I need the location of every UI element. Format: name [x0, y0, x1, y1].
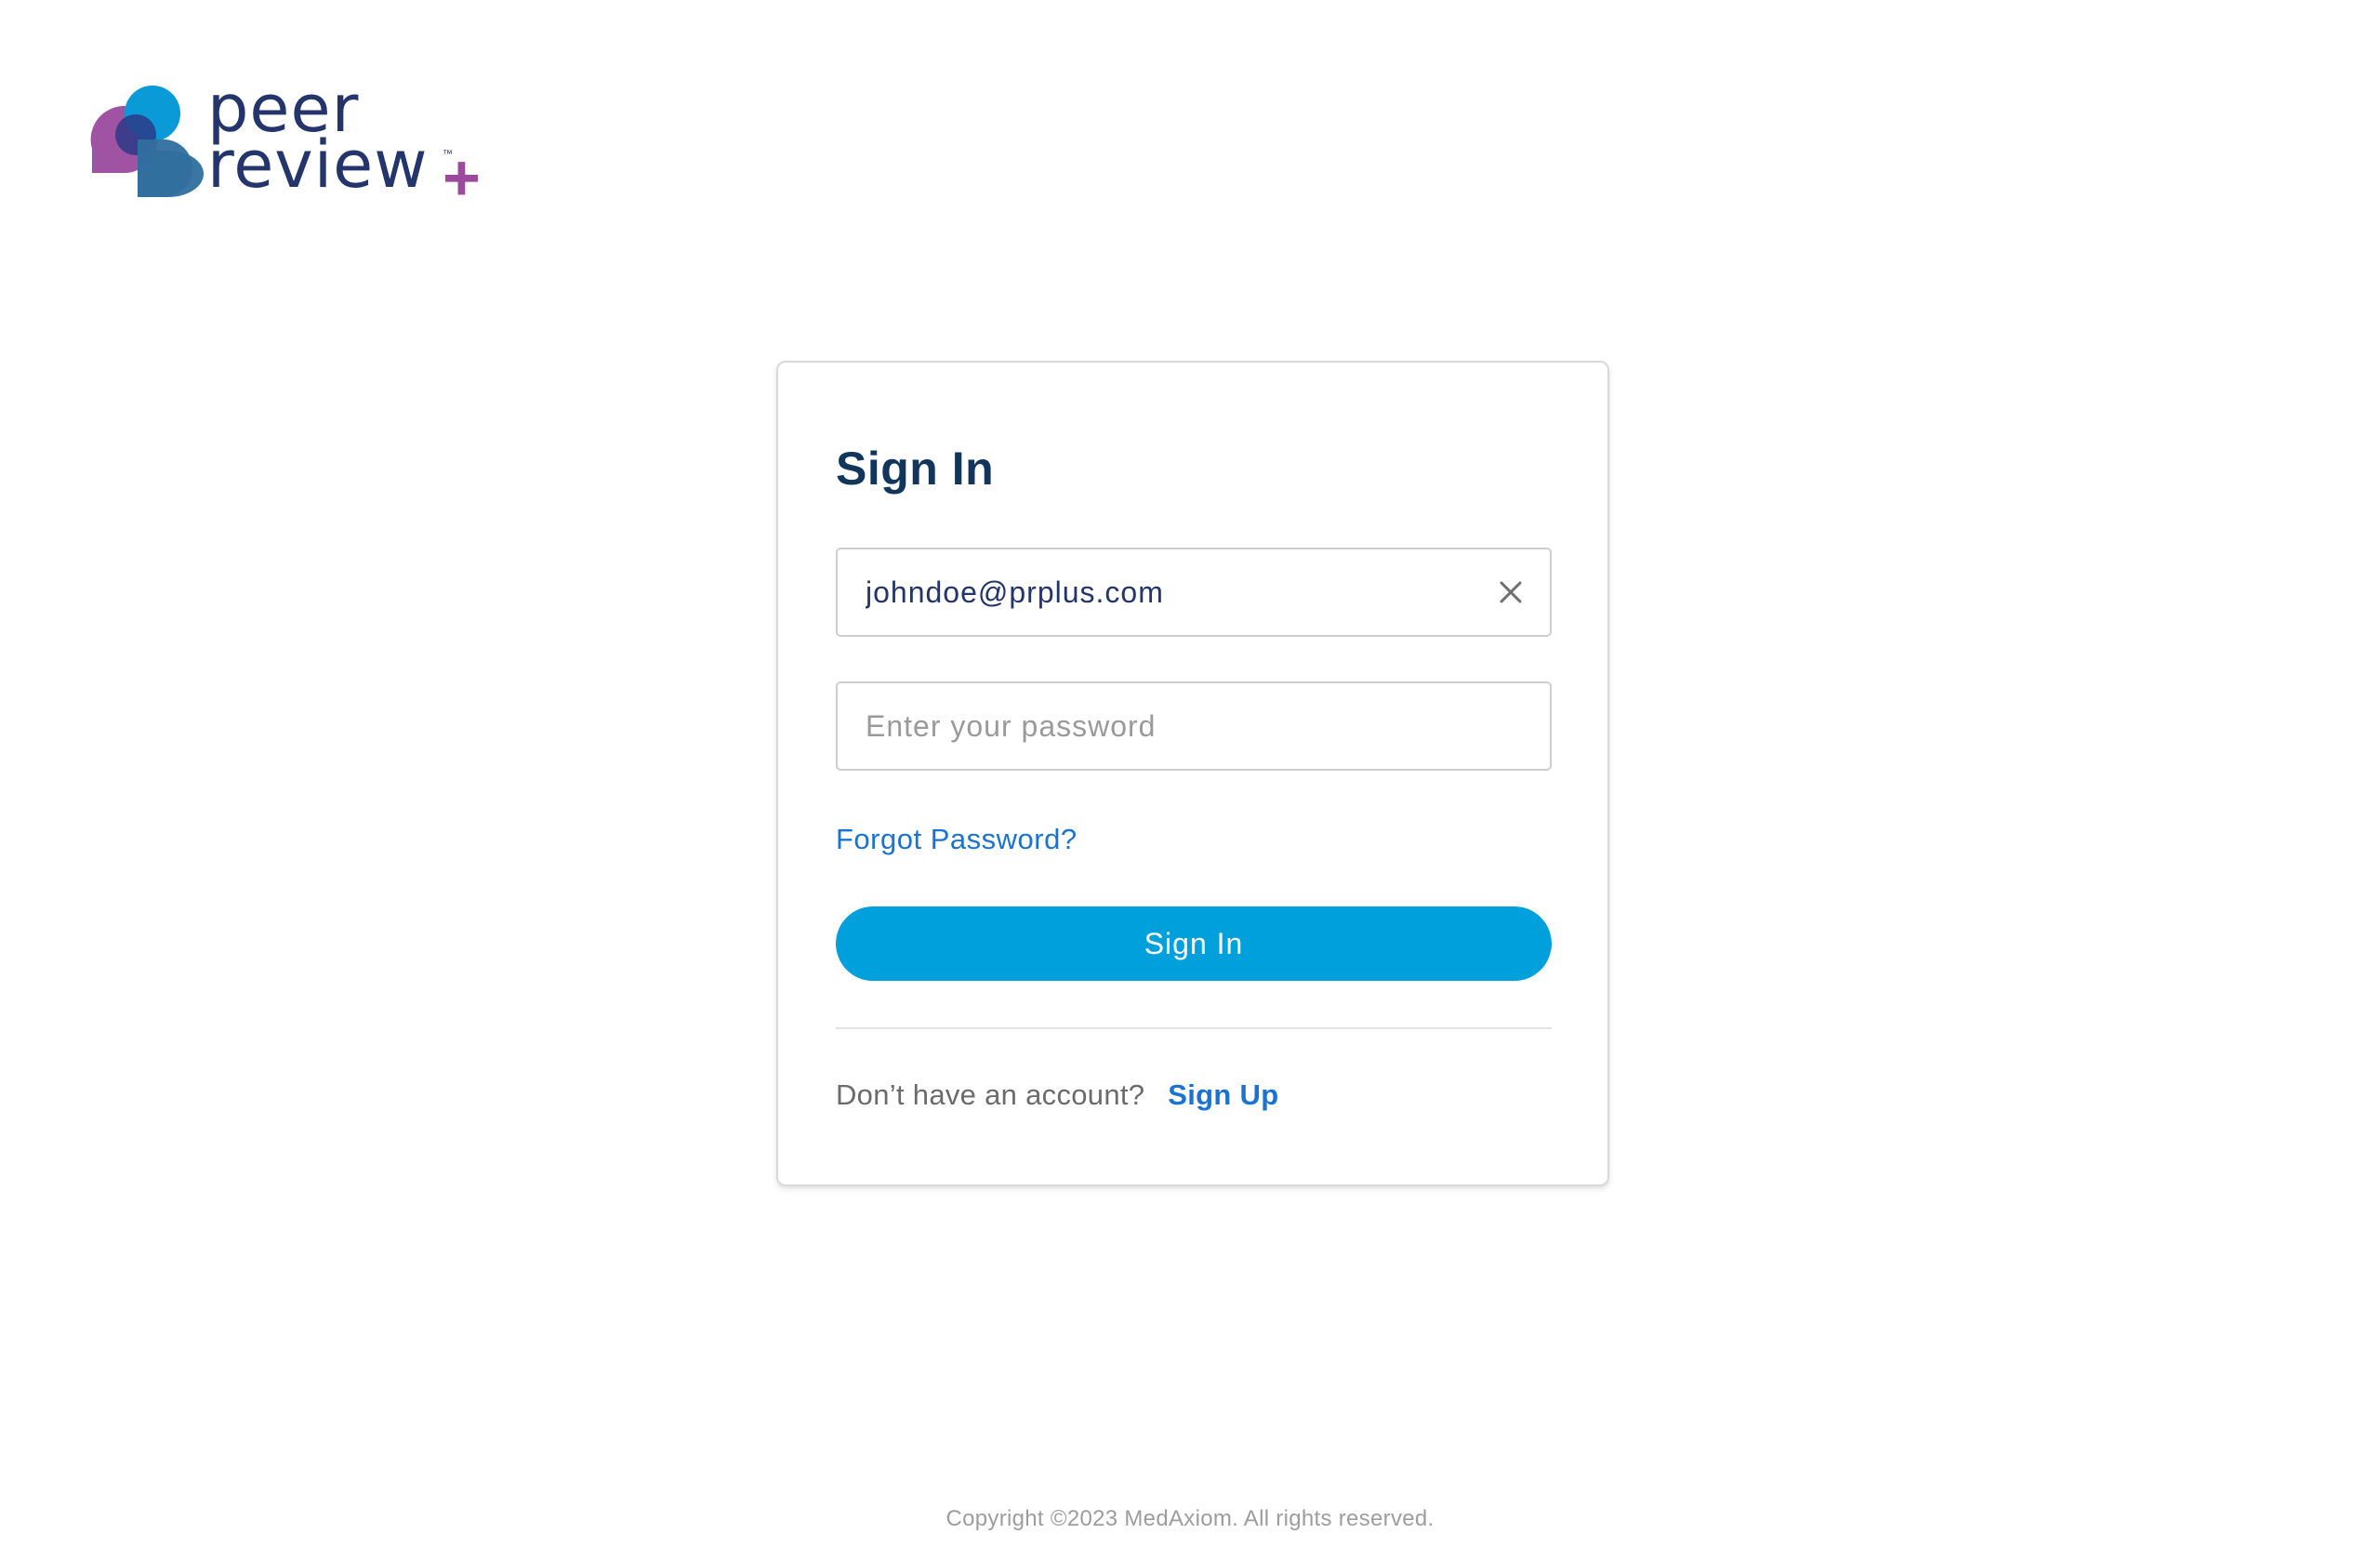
- logo-word-review: review: [207, 126, 429, 203]
- password-field-container: [836, 681, 1552, 771]
- email-field-container: [836, 548, 1552, 637]
- logo-trademark: ™: [443, 149, 453, 160]
- signup-prompt: Don’t have an account?: [836, 1078, 1145, 1111]
- signup-row: Don’t have an account? Sign Up: [836, 1078, 1278, 1112]
- divider: [836, 1027, 1552, 1029]
- sign-up-link[interactable]: Sign Up: [1168, 1078, 1278, 1111]
- sign-in-button[interactable]: Sign In: [836, 906, 1552, 981]
- email-field[interactable]: [866, 549, 1479, 635]
- password-field[interactable]: [866, 683, 1479, 769]
- page-title: Sign In: [836, 443, 995, 495]
- forgot-password-link[interactable]: Forgot Password?: [836, 823, 1078, 856]
- logo-mark-icon: [90, 86, 204, 197]
- sign-in-card: Sign In Forgot Password? Sign In Don’t h…: [776, 361, 1609, 1186]
- sign-in-page: peer review + ™ Sign In Forgot Password?…: [0, 0, 2380, 1547]
- peer-review-plus-logo: peer review + ™: [89, 76, 481, 210]
- copyright-footer: Copyright ©2023 MedAxiom. All rights res…: [945, 1506, 1435, 1531]
- close-icon[interactable]: [1492, 574, 1529, 611]
